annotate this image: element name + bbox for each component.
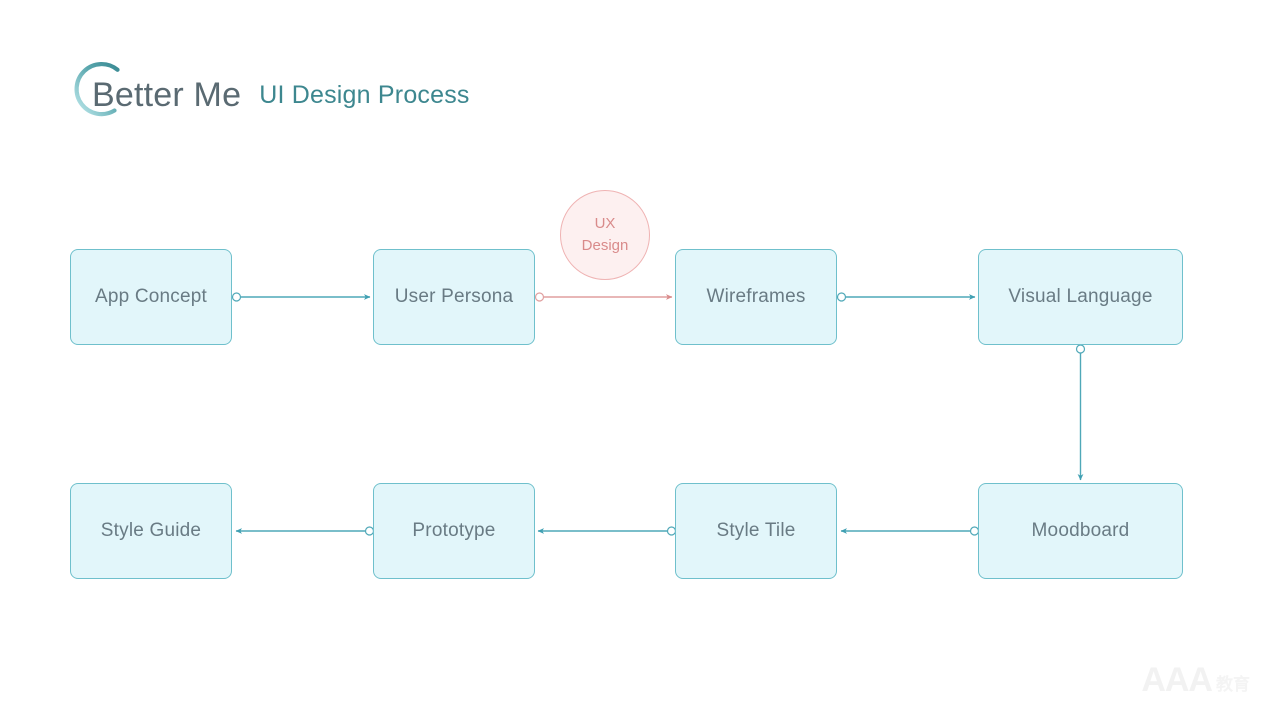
flow-node-label: Prototype bbox=[412, 520, 496, 541]
connector-visual-language-to-moodboard bbox=[1075, 344, 1086, 481]
flow-node-label: Wireframes bbox=[706, 286, 806, 307]
connector-layer bbox=[231, 292, 1086, 536]
flow-node-moodboard[interactable]: Moodboard bbox=[978, 483, 1183, 579]
connector-wireframes-to-visual-language bbox=[836, 292, 976, 302]
flow-node-prototype[interactable]: Prototype bbox=[373, 483, 535, 579]
flow-node-label: Style Tile bbox=[716, 520, 796, 541]
flow-node-label: Visual Language bbox=[1008, 286, 1153, 307]
flow-node-app-concept[interactable]: App Concept bbox=[70, 249, 232, 345]
flow-node-wireframes[interactable]: Wireframes bbox=[675, 249, 837, 345]
ux-design-callout[interactable]: UX Design bbox=[560, 190, 650, 280]
connector-user-persona-to-wireframes bbox=[534, 292, 673, 302]
watermark-logo-text: AAA bbox=[1141, 661, 1213, 699]
connector-moodboard-to-style-tile bbox=[840, 526, 980, 536]
ux-design-callout-line2: Design bbox=[581, 237, 629, 254]
connector-style-tile-to-prototype bbox=[537, 526, 677, 536]
ux-design-callout-line1: UX bbox=[594, 215, 616, 233]
flow-node-label: User Persona bbox=[394, 286, 514, 307]
flow-node-style-tile[interactable]: Style Tile bbox=[675, 483, 837, 579]
flow-node-label: Moodboard bbox=[1031, 520, 1130, 541]
connector-app-concept-to-user-persona bbox=[231, 292, 371, 302]
slide-canvas: Better Me UI Design Process App Concept … bbox=[0, 0, 1268, 709]
flow-node-user-persona[interactable]: User Persona bbox=[373, 249, 535, 345]
flow-node-label: App Concept bbox=[94, 286, 208, 307]
connector-prototype-to-style-guide bbox=[235, 526, 375, 536]
watermark-label: 教育 bbox=[1216, 674, 1250, 694]
watermark: AAA 教育 bbox=[1141, 663, 1250, 697]
flow-node-style-guide[interactable]: Style Guide bbox=[70, 483, 232, 579]
flow-node-label: Style Guide bbox=[100, 520, 202, 541]
flow-diagram: App Concept User Persona Wireframes Visu… bbox=[0, 0, 1268, 709]
flow-node-visual-language[interactable]: Visual Language bbox=[978, 249, 1183, 345]
